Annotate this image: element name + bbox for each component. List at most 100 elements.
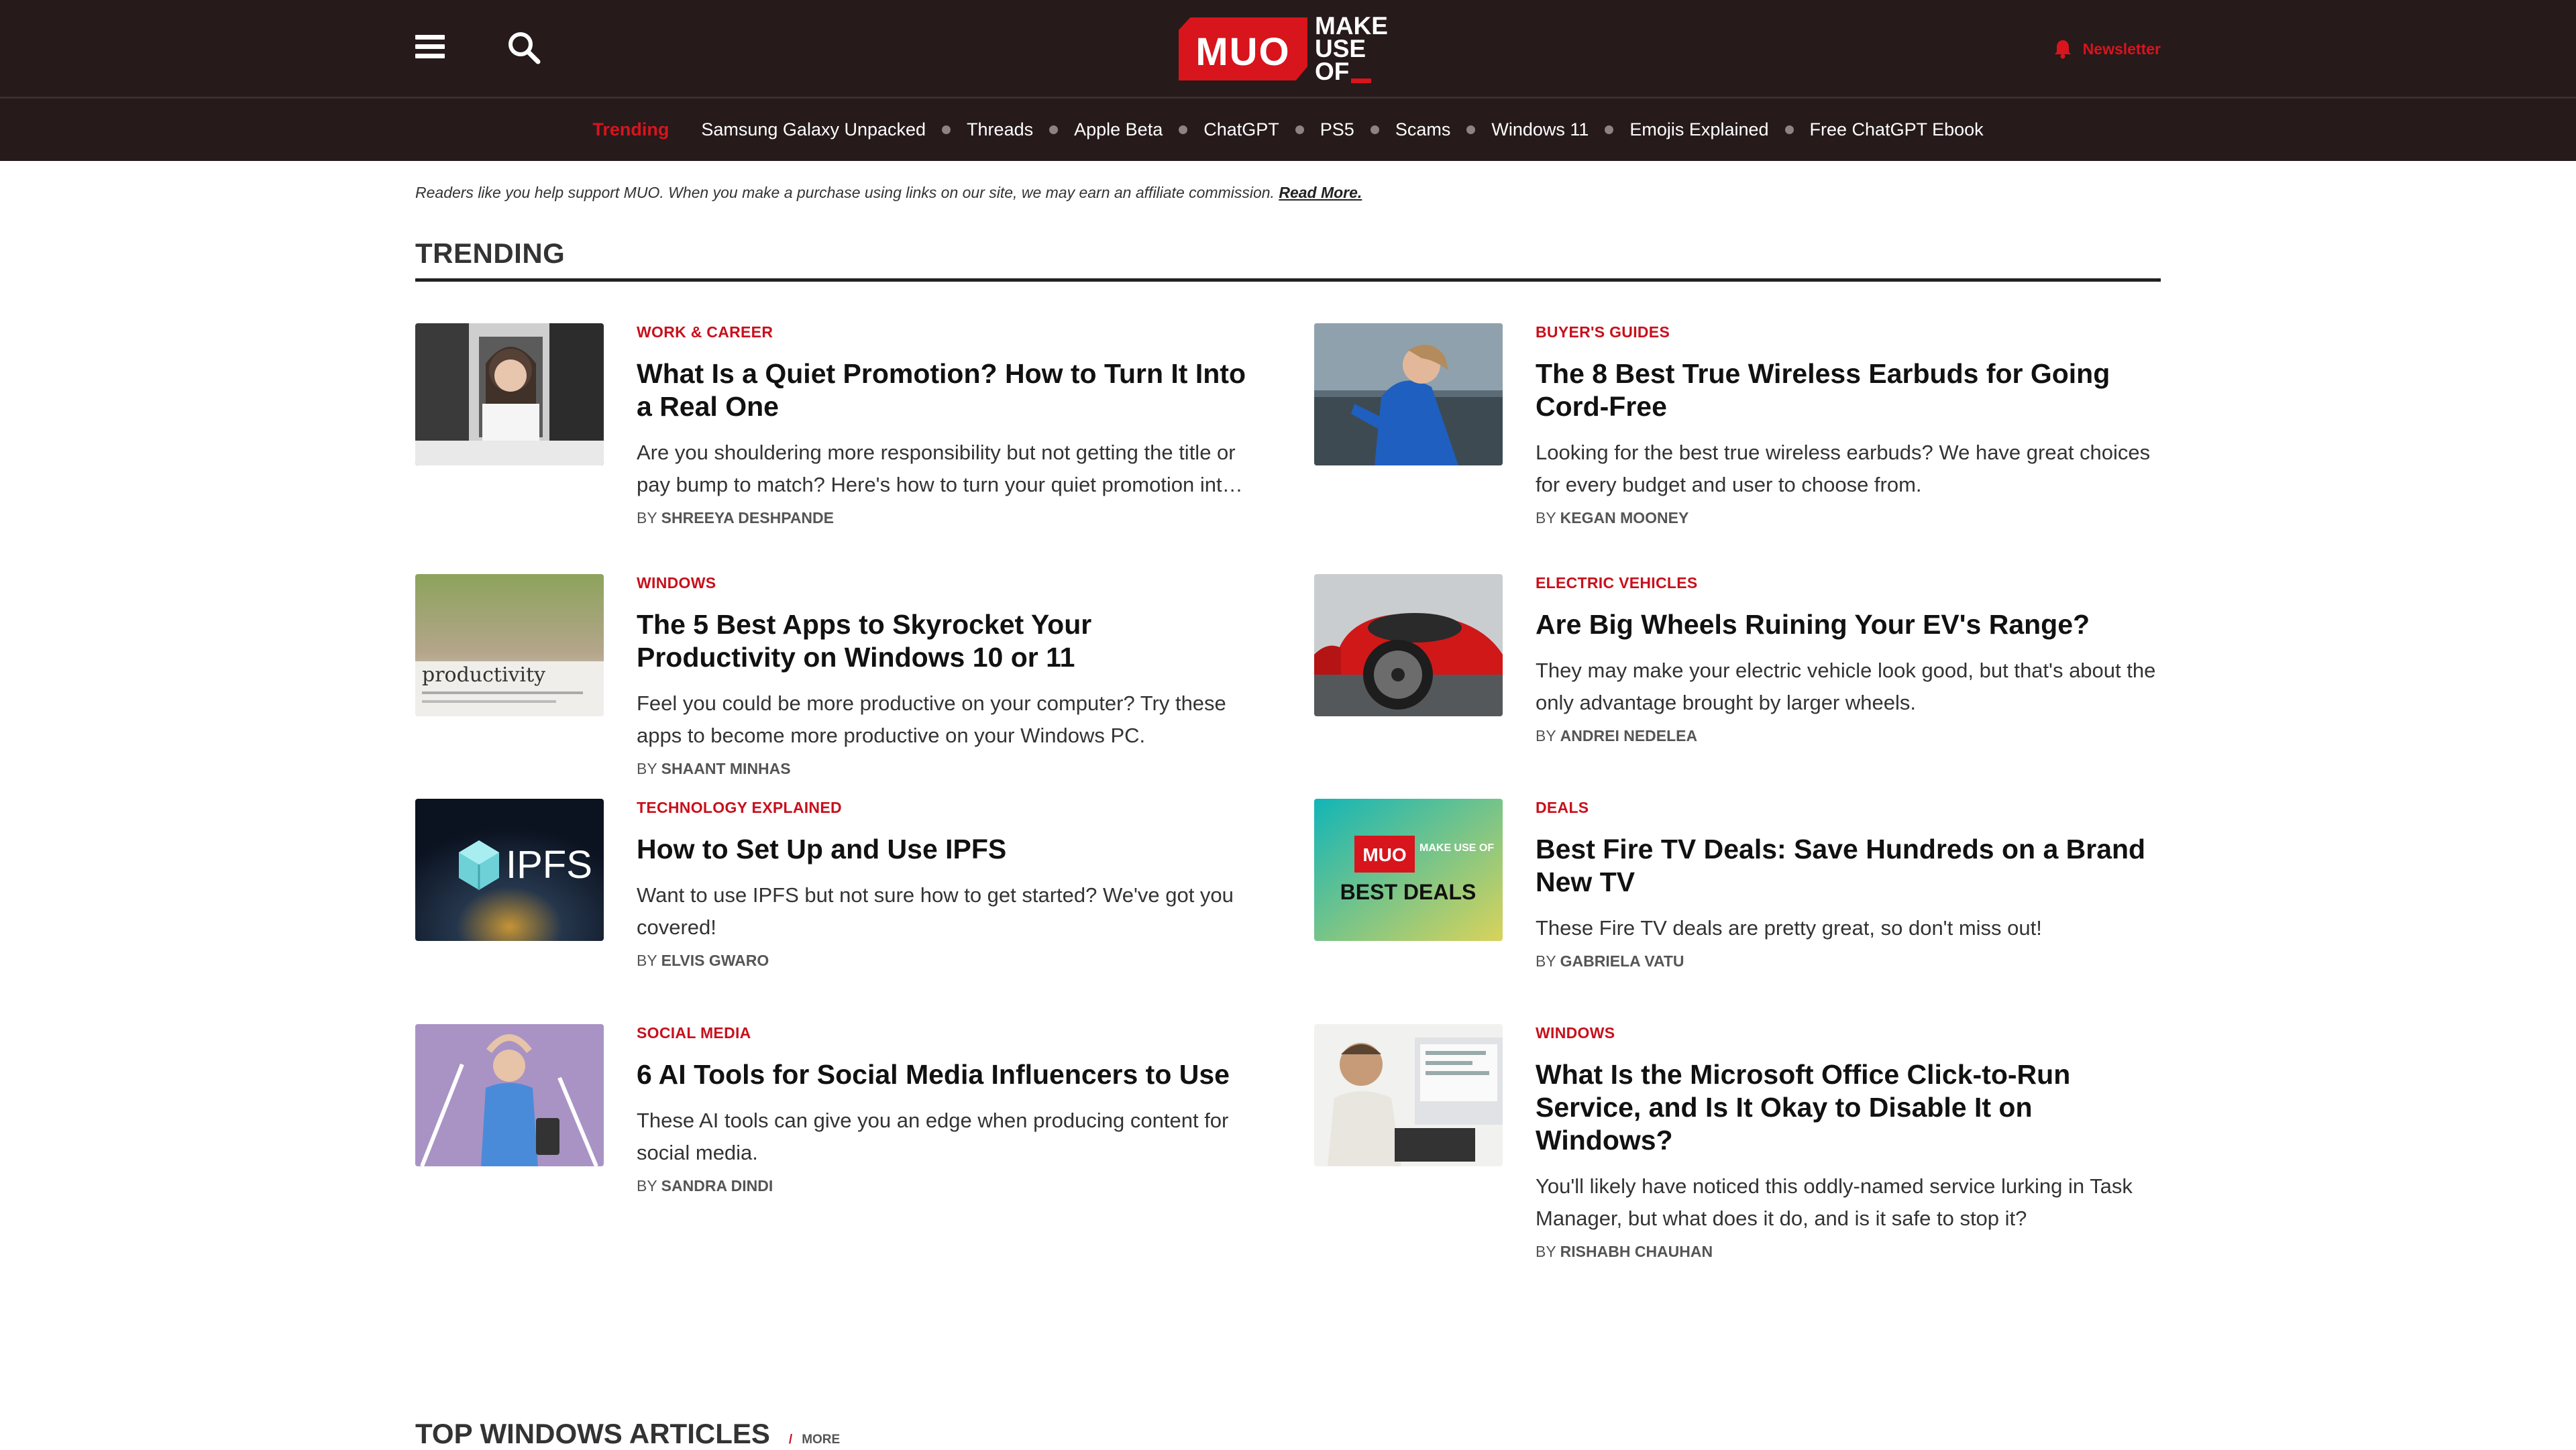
- article-excerpt: Want to use IPFS but not sure how to get…: [637, 883, 1234, 939]
- article-category[interactable]: BUYER'S GUIDES: [1536, 323, 2156, 341]
- article-byline: BY SANDRA DINDI: [637, 1177, 1257, 1195]
- article-author[interactable]: KEGAN MOONEY: [1560, 509, 1689, 526]
- article-excerpt: Are you shouldering more responsibility …: [637, 441, 1243, 496]
- disclaimer-text: Readers like you help support MUO. When …: [415, 184, 1275, 201]
- article-author[interactable]: ANDREI NEDELEA: [1560, 727, 1697, 744]
- article-card[interactable]: productivity WINDOWS The 5 Best Apps to …: [415, 574, 1257, 789]
- article-byline: BY ANDREI NEDELEA: [1536, 727, 2156, 745]
- article-category[interactable]: WINDOWS: [1536, 1024, 2156, 1042]
- byline-prefix: BY: [1536, 952, 1556, 970]
- article-byline: BY SHAANT MINHAS: [637, 760, 1257, 778]
- byline-prefix: BY: [1536, 509, 1556, 526]
- trending-link[interactable]: Windows 11: [1491, 119, 1589, 140]
- article-author[interactable]: SANDRA DINDI: [661, 1177, 773, 1194]
- trending-link[interactable]: Apple Beta: [1074, 119, 1163, 140]
- bell-icon: [2054, 40, 2071, 59]
- article-byline: BY SHREEYA DESHPANDE: [637, 509, 1257, 527]
- article-author[interactable]: ELVIS GWARO: [661, 952, 769, 969]
- separator-dot: [942, 125, 951, 134]
- article-thumbnail[interactable]: [1314, 323, 1503, 465]
- article-card[interactable]: MUO MAKE USE OF BEST DEALS DEALS Best Fire…: [1314, 799, 2156, 1013]
- trending-label[interactable]: Trending: [592, 119, 669, 140]
- article-body: BUYER'S GUIDES The 8 Best True Wireless …: [1536, 323, 2156, 527]
- article-category[interactable]: WINDOWS: [637, 574, 1257, 592]
- article-body: DEALS Best Fire TV Deals: Save Hundreds …: [1536, 799, 2156, 970]
- article-title[interactable]: The 5 Best Apps to Skyrocket Your Produc…: [637, 608, 1257, 674]
- article-card[interactable]: IPFS TECHNOLOGY EXPLAINED How to Set Up …: [415, 799, 1257, 1013]
- search-icon[interactable]: [506, 30, 541, 65]
- article-thumbnail[interactable]: [415, 1024, 604, 1166]
- read-more-link[interactable]: Read More.: [1279, 184, 1362, 201]
- article-category[interactable]: TECHNOLOGY EXPLAINED: [637, 799, 1257, 817]
- logo-word: MAKE: [1315, 12, 1388, 40]
- logo-badge-text: MUO: [1195, 30, 1291, 74]
- byline-prefix: BY: [637, 952, 657, 969]
- article-excerpt: These AI tools can give you an edge when…: [637, 1109, 1229, 1164]
- article-byline: BY KEGAN MOONEY: [1536, 509, 2156, 527]
- separator-dot: [1049, 125, 1059, 134]
- top-windows-header: TOP WINDOWS ARTICLES / MORE: [415, 1418, 840, 1450]
- article-card[interactable]: WINDOWS What Is the Microsoft Office Cli…: [1314, 1024, 2156, 1260]
- article-excerpt: These Fire TV deals are pretty great, so…: [1536, 916, 2042, 940]
- article-author[interactable]: GABRIELA VATU: [1560, 952, 1684, 970]
- thumb-text: productivity: [422, 663, 545, 687]
- thumb-text: IPFS: [506, 843, 592, 887]
- separator-dot: [1295, 125, 1304, 134]
- article-thumbnail[interactable]: IPFS: [415, 799, 604, 941]
- article-author[interactable]: RISHABH CHAUHAN: [1560, 1243, 1713, 1260]
- menu-icon[interactable]: [415, 35, 445, 59]
- article-excerpt: They may make your electric vehicle look…: [1536, 659, 2156, 714]
- more-link[interactable]: / MORE: [789, 1433, 840, 1447]
- newsletter-link[interactable]: Newsletter: [2053, 37, 2161, 61]
- trending-link[interactable]: ChatGPT: [1203, 119, 1279, 140]
- article-thumbnail[interactable]: [415, 323, 604, 465]
- article-title[interactable]: What Is a Quiet Promotion? How to Turn I…: [637, 357, 1257, 423]
- trending-link[interactable]: Samsung Galaxy Unpacked: [701, 119, 926, 140]
- byline-prefix: BY: [637, 760, 657, 777]
- article-card[interactable]: ELECTRIC VEHICLES Are Big Wheels Ruining…: [1314, 574, 2156, 789]
- trending-link[interactable]: Threads: [967, 119, 1033, 140]
- article-title[interactable]: What Is the Microsoft Office Click-to-Ru…: [1536, 1058, 2156, 1157]
- article-author[interactable]: SHREEYA DESHPANDE: [661, 509, 834, 526]
- article-category[interactable]: SOCIAL MEDIA: [637, 1024, 1257, 1042]
- site-header: MUO MAKE USE OF Newsletter: [0, 0, 2576, 97]
- article-title[interactable]: 6 AI Tools for Social Media Influencers …: [637, 1058, 1257, 1091]
- section-title: TOP WINDOWS ARTICLES: [415, 1418, 770, 1449]
- separator-dot: [1784, 125, 1794, 134]
- article-category[interactable]: WORK & CAREER: [637, 323, 1257, 341]
- separator-dot: [1179, 125, 1188, 134]
- trending-link[interactable]: PS5: [1320, 119, 1354, 140]
- separator-dot: [1605, 125, 1614, 134]
- article-card[interactable]: WORK & CAREER What Is a Quiet Promotion?…: [415, 323, 1257, 538]
- logo-word: OF: [1315, 59, 1402, 84]
- article-thumbnail[interactable]: MUO MAKE USE OF BEST DEALS: [1314, 799, 1503, 941]
- article-category[interactable]: DEALS: [1536, 799, 2156, 817]
- article-author[interactable]: SHAANT MINHAS: [661, 760, 791, 777]
- article-body: SOCIAL MEDIA 6 AI Tools for Social Media…: [637, 1024, 1257, 1195]
- article-category[interactable]: ELECTRIC VEHICLES: [1536, 574, 2156, 592]
- article-thumbnail[interactable]: productivity: [415, 574, 604, 716]
- article-body: WINDOWS What Is the Microsoft Office Cli…: [1536, 1024, 2156, 1261]
- article-thumbnail[interactable]: [1314, 574, 1503, 716]
- trending-nav: Trending Samsung Galaxy Unpacked Threads A…: [0, 97, 2576, 161]
- article-title[interactable]: The 8 Best True Wireless Earbuds for Goi…: [1536, 357, 2156, 423]
- article-thumbnail[interactable]: [1314, 1024, 1503, 1166]
- separator-dot: [1466, 125, 1476, 134]
- article-title[interactable]: How to Set Up and Use IPFS: [637, 833, 1257, 866]
- byline-prefix: BY: [637, 1177, 657, 1194]
- separator-dot: [1370, 125, 1379, 134]
- logo-wordmark: MAKE USE OF: [1315, 12, 1402, 84]
- trending-link[interactable]: Free ChatGPT Ebook: [1810, 119, 1984, 140]
- thumb-text: MUO: [1362, 844, 1406, 865]
- article-card[interactable]: SOCIAL MEDIA 6 AI Tools for Social Media…: [415, 1024, 1257, 1239]
- article-excerpt: Feel you could be more productive on you…: [637, 691, 1226, 747]
- trending-link[interactable]: Scams: [1395, 119, 1451, 140]
- site-logo[interactable]: MUO MAKE USE OF: [1179, 12, 1402, 84]
- trending-link[interactable]: Emojis Explained: [1629, 119, 1768, 140]
- article-title[interactable]: Are Big Wheels Ruining Your EV's Range?: [1536, 608, 2156, 641]
- article-card[interactable]: BUYER'S GUIDES The 8 Best True Wireless …: [1314, 323, 2156, 538]
- article-title[interactable]: Best Fire TV Deals: Save Hundreds on a B…: [1536, 833, 2156, 899]
- article-excerpt: Looking for the best true wireless earbu…: [1536, 441, 2151, 496]
- newsletter-label: Newsletter: [2082, 40, 2161, 58]
- article-body: WORK & CAREER What Is a Quiet Promotion?…: [637, 323, 1257, 527]
